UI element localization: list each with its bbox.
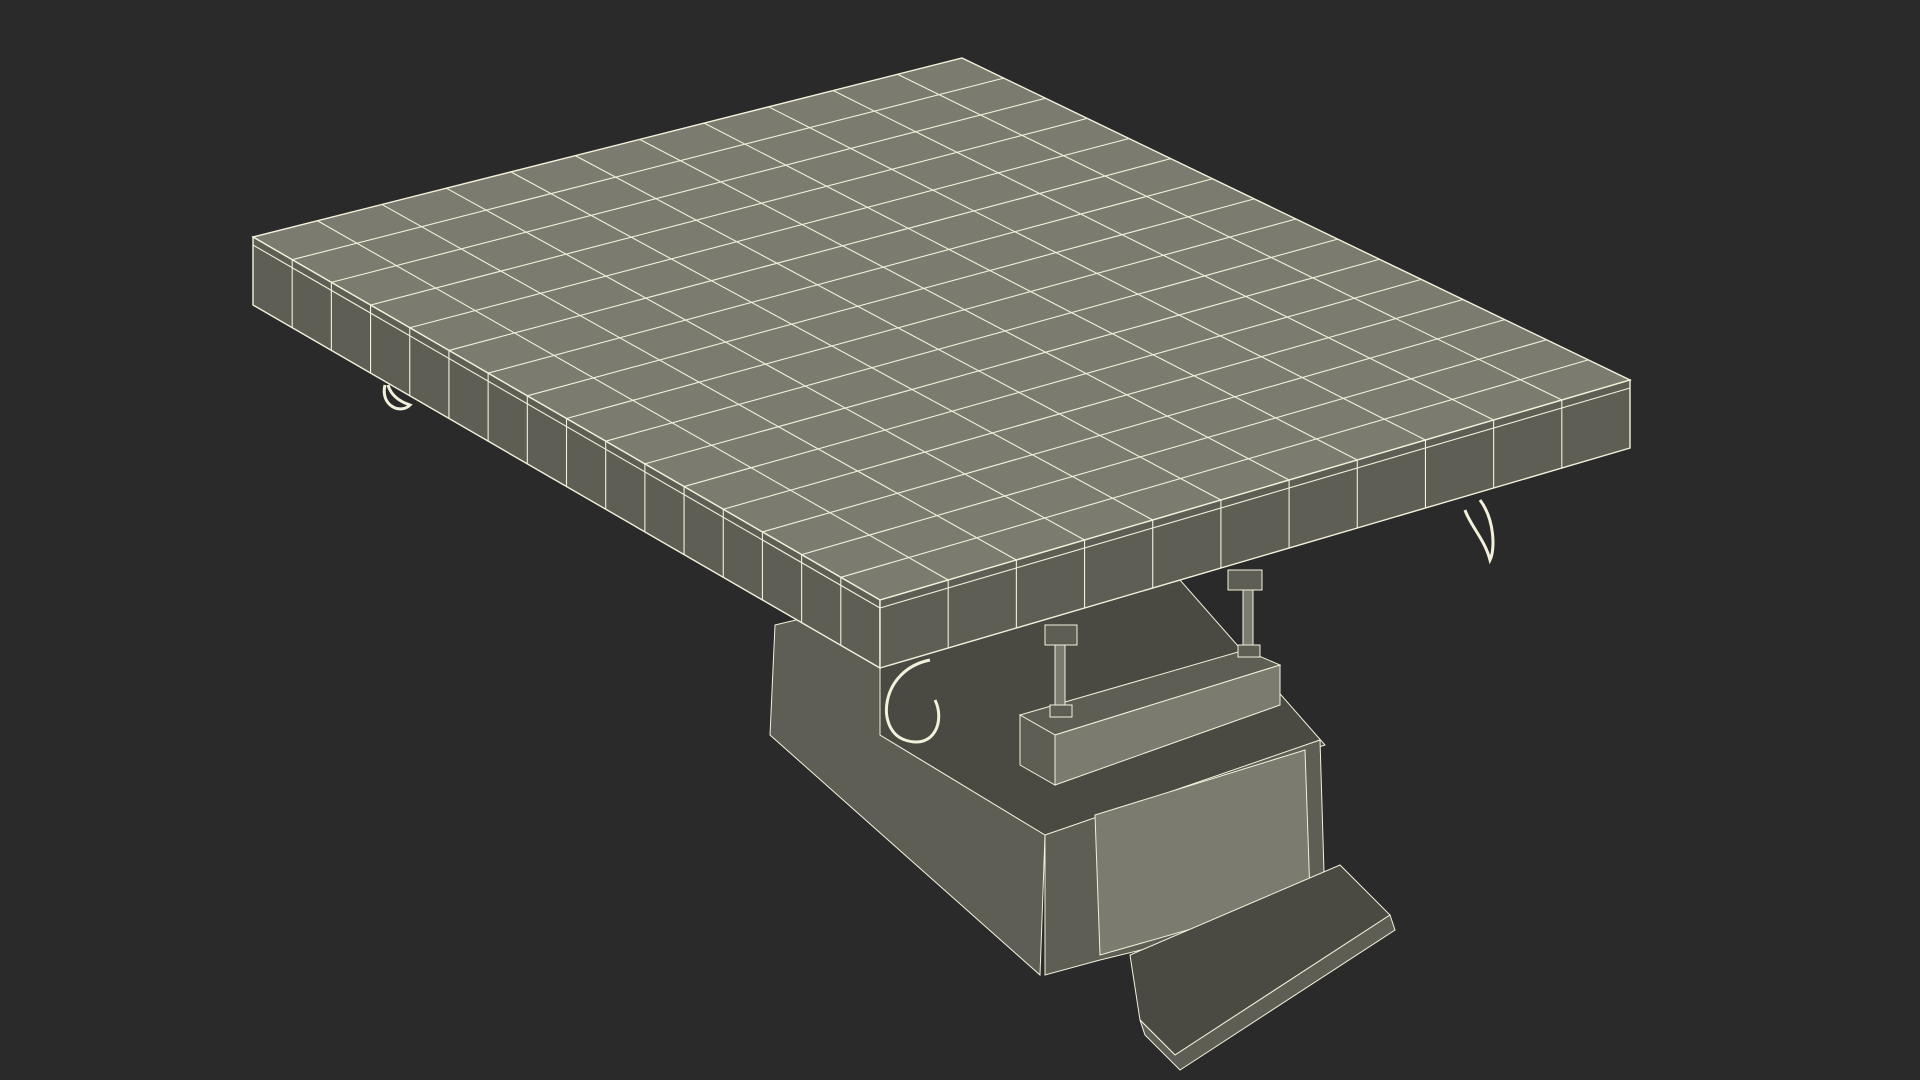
3d-viewport[interactable] xyxy=(0,0,1920,1080)
column-left-foot xyxy=(1049,704,1073,718)
column-right xyxy=(1242,584,1254,651)
wireframe-model xyxy=(251,57,1632,1071)
column-right-foot xyxy=(1237,644,1261,658)
column-left xyxy=(1054,639,1066,716)
column-left-cap xyxy=(1044,624,1078,646)
slab-hook-right xyxy=(1463,499,1495,565)
slab-top xyxy=(251,57,1632,601)
column-right-cap xyxy=(1227,569,1263,591)
table-slab xyxy=(251,57,1632,670)
